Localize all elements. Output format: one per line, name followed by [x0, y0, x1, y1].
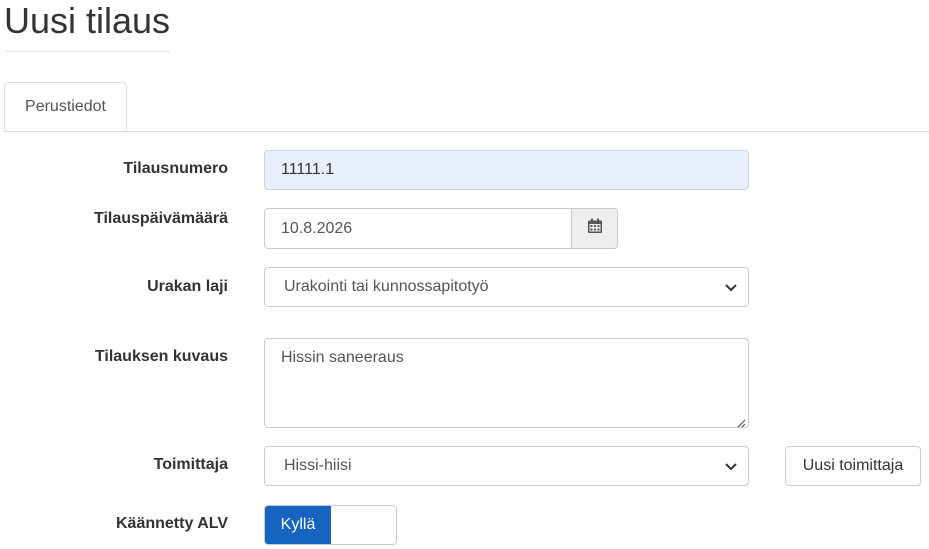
reverse-vat-toggle[interactable]: Kyllä: [264, 505, 397, 545]
title-divider: [4, 51, 170, 52]
order-date-input[interactable]: 10.8.2026: [264, 208, 571, 249]
reverse-vat-label: Käännetty ALV: [115, 515, 228, 532]
tab-perustiedot[interactable]: Perustiedot: [4, 82, 127, 132]
new-supplier-button[interactable]: Uusi toimittaja: [785, 446, 921, 486]
order-number-label: Tilausnumero: [123, 160, 228, 177]
description-value: Hissin saneeraus: [281, 349, 404, 366]
description-label: Tilauksen kuvaus: [94, 348, 228, 365]
chevron-down-icon: [724, 459, 738, 473]
description-textarea[interactable]: Hissin saneeraus: [264, 338, 749, 428]
resize-handle-icon[interactable]: [736, 415, 746, 428]
toggle-handle: [331, 506, 396, 544]
order-date-group: 10.8.2026: [264, 208, 618, 249]
chevron-down-icon: [724, 280, 738, 294]
calendar-icon: [587, 218, 603, 239]
page-title: Uusi tilaus: [4, 0, 171, 41]
contract-type-select[interactable]: Urakointi tai kunnossapitotyö: [264, 267, 749, 307]
supplier-label: Toimittaja: [153, 456, 228, 473]
calendar-button[interactable]: [571, 208, 618, 249]
order-date-label: Tilauspäivämäärä: [93, 210, 228, 227]
supplier-select[interactable]: Hissi-hiisi: [264, 446, 749, 486]
contract-type-label: Urakan laji: [147, 278, 228, 295]
order-number-input[interactable]: 11111.1: [264, 150, 749, 190]
supplier-value: Hissi-hiisi: [284, 457, 352, 474]
contract-type-value: Urakointi tai kunnossapitotyö: [284, 278, 489, 295]
toggle-on-label: Kyllä: [265, 506, 331, 544]
tabs-divider: [4, 131, 929, 132]
